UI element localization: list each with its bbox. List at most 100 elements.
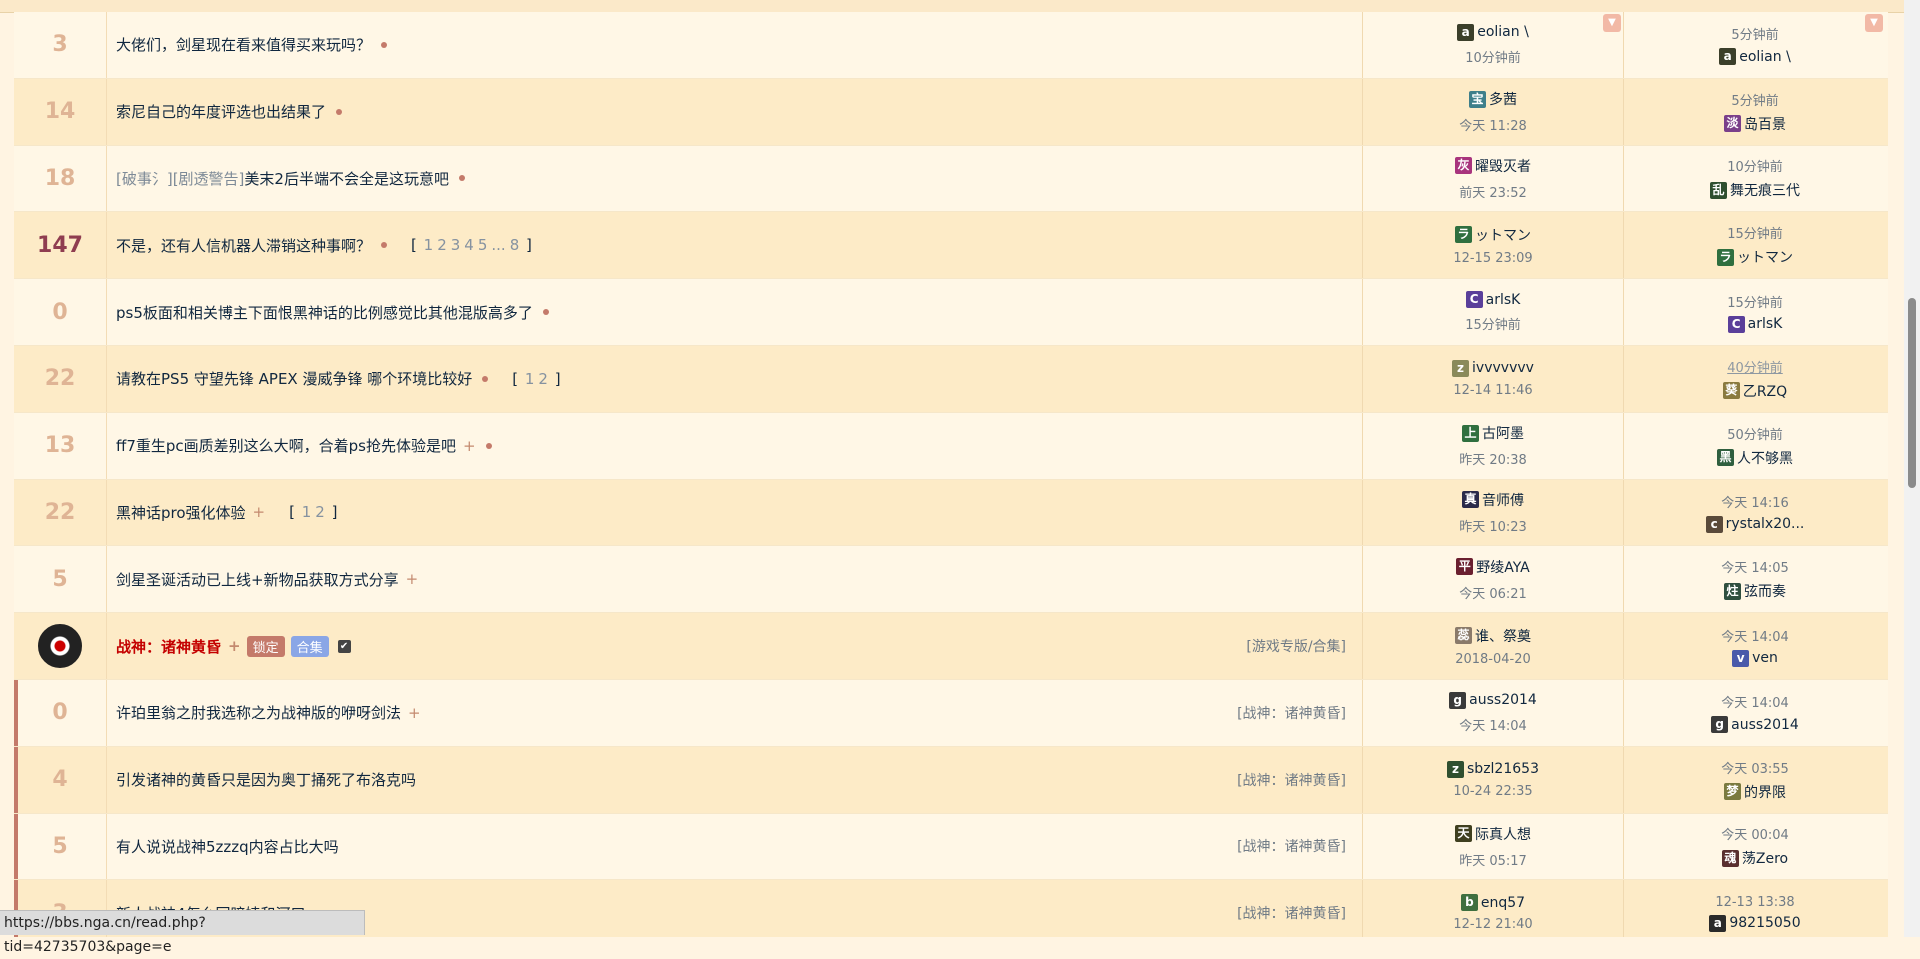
last-reply-time[interactable]: 50分钟前 (1727, 424, 1783, 443)
last-replier-name[interactable]: a eolian \ (1719, 48, 1791, 66)
author-name-text[interactable]: 音师傅 (1482, 490, 1524, 510)
topic-title[interactable]: 黑神话pro强化体验 + [ 12 ] (116, 480, 1356, 546)
last-replier-name[interactable]: g auss2014 (1711, 716, 1799, 734)
page-link[interactable]: 4 (464, 236, 474, 254)
expand-plus-icon[interactable]: + (406, 570, 419, 588)
topic-section-label[interactable]: [战神：诸神黄昏] (1237, 747, 1346, 813)
last-replier-name[interactable]: 魂荡Zero (1721, 848, 1788, 868)
last-replier-name[interactable]: 葵乙RZQ (1722, 381, 1787, 401)
topic-title[interactable]: 剑星圣诞活动已上线+新物品获取方式分享 + (116, 546, 1356, 612)
locked-badge[interactable]: 锁定 (246, 635, 285, 657)
last-replier-name-text[interactable]: 荡Zero (1742, 848, 1788, 868)
author-name[interactable]: z sbzl21653 (1447, 760, 1539, 778)
last-reply-time[interactable]: 今天 14:16 (1721, 492, 1789, 511)
topic-title-link[interactable]: ff7重生pc画质差别这么大啊，合着ps抢先体验是吧 (116, 435, 456, 456)
topic-row[interactable]: 5 剑星圣诞活动已上线+新物品获取方式分享 + 平野绫AYA 今天 06:21 今天 14… (14, 546, 1888, 614)
page-link[interactable]: ... (491, 236, 505, 254)
author-name[interactable]: 平野绫AYA (1456, 557, 1530, 577)
page-link[interactable]: 1 (302, 503, 312, 521)
author-name[interactable]: a eolian \ (1457, 23, 1529, 41)
author-name-text[interactable]: 野绫AYA (1476, 557, 1530, 577)
topic-row[interactable]: 战神：诸神黄昏 + 锁定 合集 ✔ [游戏专版/合集] 蕊谁、祭奠 2018-04-20 今天 … (14, 613, 1888, 680)
last-replier-name-text[interactable]: 岛百景 (1744, 114, 1786, 134)
page-link[interactable]: 2 (315, 503, 325, 521)
topic-title-link[interactable]: 索尼自己的年度评选也出结果了 (116, 101, 326, 122)
topic-title[interactable]: 许珀里翁之肘我选称之为战神版的咿呀剑法 + (116, 680, 1356, 746)
topic-section-label[interactable]: [战神：诸神黄昏] (1237, 880, 1346, 937)
last-reply-time[interactable]: 今天 03:55 (1721, 758, 1789, 777)
last-reply-time[interactable]: 15分钟前 (1727, 223, 1783, 242)
author-name-text[interactable]: arlsK (1486, 292, 1521, 308)
topic-row[interactable]: 4 引发诸神的黄昏只是因为奥丁捅死了布洛克吗 [战神：诸神黄昏] z sbzl21653… (14, 746, 1888, 814)
last-replier-name-text[interactable]: 舞无痕三代 (1730, 180, 1800, 200)
topic-section-label[interactable]: [战神：诸神黄昏] (1237, 680, 1346, 746)
topic-title[interactable]: 大佬们，剑星现在看来值得买来玩吗？ (116, 12, 1356, 78)
topic-title-link[interactable]: 有人说说战神5zzzq内容占比大吗 (116, 836, 339, 857)
topic-title-link[interactable]: 剑星圣诞活动已上线+新物品获取方式分享 (116, 569, 399, 590)
topic-section-label[interactable]: [游戏专版/合集] (1246, 613, 1346, 679)
expand-plus-icon[interactable]: + (253, 503, 266, 521)
author-name[interactable]: ラットマン (1455, 225, 1531, 245)
topic-title[interactable]: [破事氵][剧透警告] 美末2后半端不会全是这玩意吧 (116, 146, 1356, 212)
topic-title-link[interactable]: 许珀里翁之肘我选称之为战神版的咿呀剑法 (116, 702, 401, 723)
author-name[interactable]: 天际真人想 (1455, 824, 1531, 844)
last-replier-name-text[interactable]: 98215050 (1729, 915, 1800, 931)
topic-section-label[interactable]: [战神：诸神黄昏] (1237, 814, 1346, 880)
topic-row[interactable]: 147 不是，还有人信机器人滞销这种事啊？[ 1 2 3 4 5... 8 ] ラットマン 12… (14, 212, 1888, 280)
last-replier-name[interactable]: ラットマン (1717, 247, 1793, 267)
author-name-text[interactable]: ットマン (1475, 225, 1531, 245)
author-name-text[interactable]: 曜毁灭者 (1475, 156, 1531, 176)
topic-title[interactable]: 不是，还有人信机器人滞销这种事啊？[ 1 2 3 4 5... 8 ] (116, 212, 1356, 278)
topic-title[interactable]: ff7重生pc画质差别这么大啊，合着ps抢先体验是吧 + (116, 413, 1356, 479)
page-link[interactable]: 2 (437, 236, 447, 254)
topic-title-link[interactable]: 战神：诸神黄昏 (116, 636, 221, 657)
last-reply-time[interactable]: 10分钟前 (1727, 156, 1783, 175)
topic-title-link[interactable]: 请教在PS5 守望先锋 APEX 漫威争锋 哪个环境比较好 (116, 368, 472, 389)
last-reply-time[interactable]: 15分钟前 (1727, 292, 1783, 311)
last-replier-name[interactable]: a 98215050 (1709, 914, 1801, 932)
topic-title-link[interactable]: 不是，还有人信机器人滞销这种事啊？ (116, 235, 371, 256)
author-sort-button[interactable]: ▼ (1603, 14, 1621, 32)
topic-row[interactable]: 22 请教在PS5 守望先锋 APEX 漫威争锋 哪个环境比较好 [ 12 ] z iv… (14, 346, 1888, 413)
author-name[interactable]: 宝多茜 (1469, 89, 1517, 109)
topic-title[interactable]: 战神：诸神黄昏 + 锁定 合集 ✔ (116, 613, 1356, 679)
author-name[interactable]: 灰曜毁灭者 (1455, 156, 1531, 176)
topic-tag[interactable]: [破事氵][剧透警告] (116, 168, 244, 189)
topic-title[interactable]: 有人说说战神5zzzq内容占比大吗 (116, 814, 1356, 880)
last-replier-name-text[interactable]: 乙RZQ (1743, 381, 1787, 401)
topic-row[interactable]: 14 索尼自己的年度评选也出结果了宝多茜 今天 11:28 5分钟前淡岛百景 (14, 78, 1888, 146)
last-reply-time[interactable]: 今天 14:04 (1721, 626, 1789, 645)
author-name-text[interactable]: 谁、祭奠 (1475, 626, 1531, 646)
author-name-text[interactable]: sbzl21653 (1467, 761, 1539, 777)
topic-title-link[interactable]: 黑神话pro强化体验 (116, 502, 246, 523)
last-replier-name-text[interactable]: 弦而奏 (1744, 581, 1786, 601)
last-reply-time[interactable]: 今天 14:05 (1721, 557, 1789, 576)
topic-title-link[interactable]: 美末2后半端不会全是这玩意吧 (244, 168, 449, 189)
author-name[interactable]: b enq57 (1460, 894, 1525, 912)
last-reply-time[interactable]: 5分钟前 (1731, 90, 1778, 109)
last-replier-name[interactable]: v ven (1732, 649, 1778, 667)
last-replier-name-text[interactable]: auss2014 (1731, 717, 1799, 733)
last-reply-time[interactable]: 40分钟前 (1727, 357, 1783, 376)
author-name[interactable]: 真音师傅 (1462, 490, 1524, 510)
last-reply-time[interactable]: 5分钟前 (1731, 24, 1778, 43)
author-name-text[interactable]: enq57 (1481, 895, 1525, 911)
topic-row[interactable]: 0 许珀里翁之肘我选称之为战神版的咿呀剑法 + [战神：诸神黄昏] g auss2014 今… (14, 680, 1888, 747)
topic-title[interactable]: ps5板面和相关博主下面恨黑神话的比例感觉比其他混版高多了 (116, 279, 1356, 345)
author-name[interactable]: z ivvvvvvv (1452, 359, 1534, 377)
expand-plus-icon[interactable]: + (228, 637, 241, 655)
last-replier-name[interactable]: 炷弦而奏 (1724, 581, 1786, 601)
page-link[interactable]: 8 (510, 236, 520, 254)
topic-title-link[interactable]: 大佬们，剑星现在看来值得买来玩吗？ (116, 34, 371, 55)
last-reply-sort-button[interactable]: ▼ (1865, 14, 1883, 32)
topic-title[interactable]: 引发诸神的黄昏只是因为奥丁捅死了布洛克吗 (116, 747, 1356, 813)
author-name[interactable]: 上古阿墨 (1462, 423, 1524, 443)
topic-title[interactable]: 索尼自己的年度评选也出结果了 (116, 79, 1356, 145)
author-name[interactable]: g auss2014 (1449, 691, 1537, 709)
last-replier-name[interactable]: 梦的界限 (1724, 782, 1786, 802)
last-replier-name-text[interactable]: eolian \ (1739, 49, 1791, 65)
scrollbar-thumb[interactable] (1908, 298, 1916, 488)
topic-row[interactable]: 22 黑神话pro强化体验 + [ 12 ] 真音师傅 昨天 10:23 今天 14:16 c… (14, 479, 1888, 547)
last-replier-name-text[interactable]: 的界限 (1744, 782, 1786, 802)
last-replier-name[interactable]: 黑人不够黑 (1717, 448, 1793, 468)
